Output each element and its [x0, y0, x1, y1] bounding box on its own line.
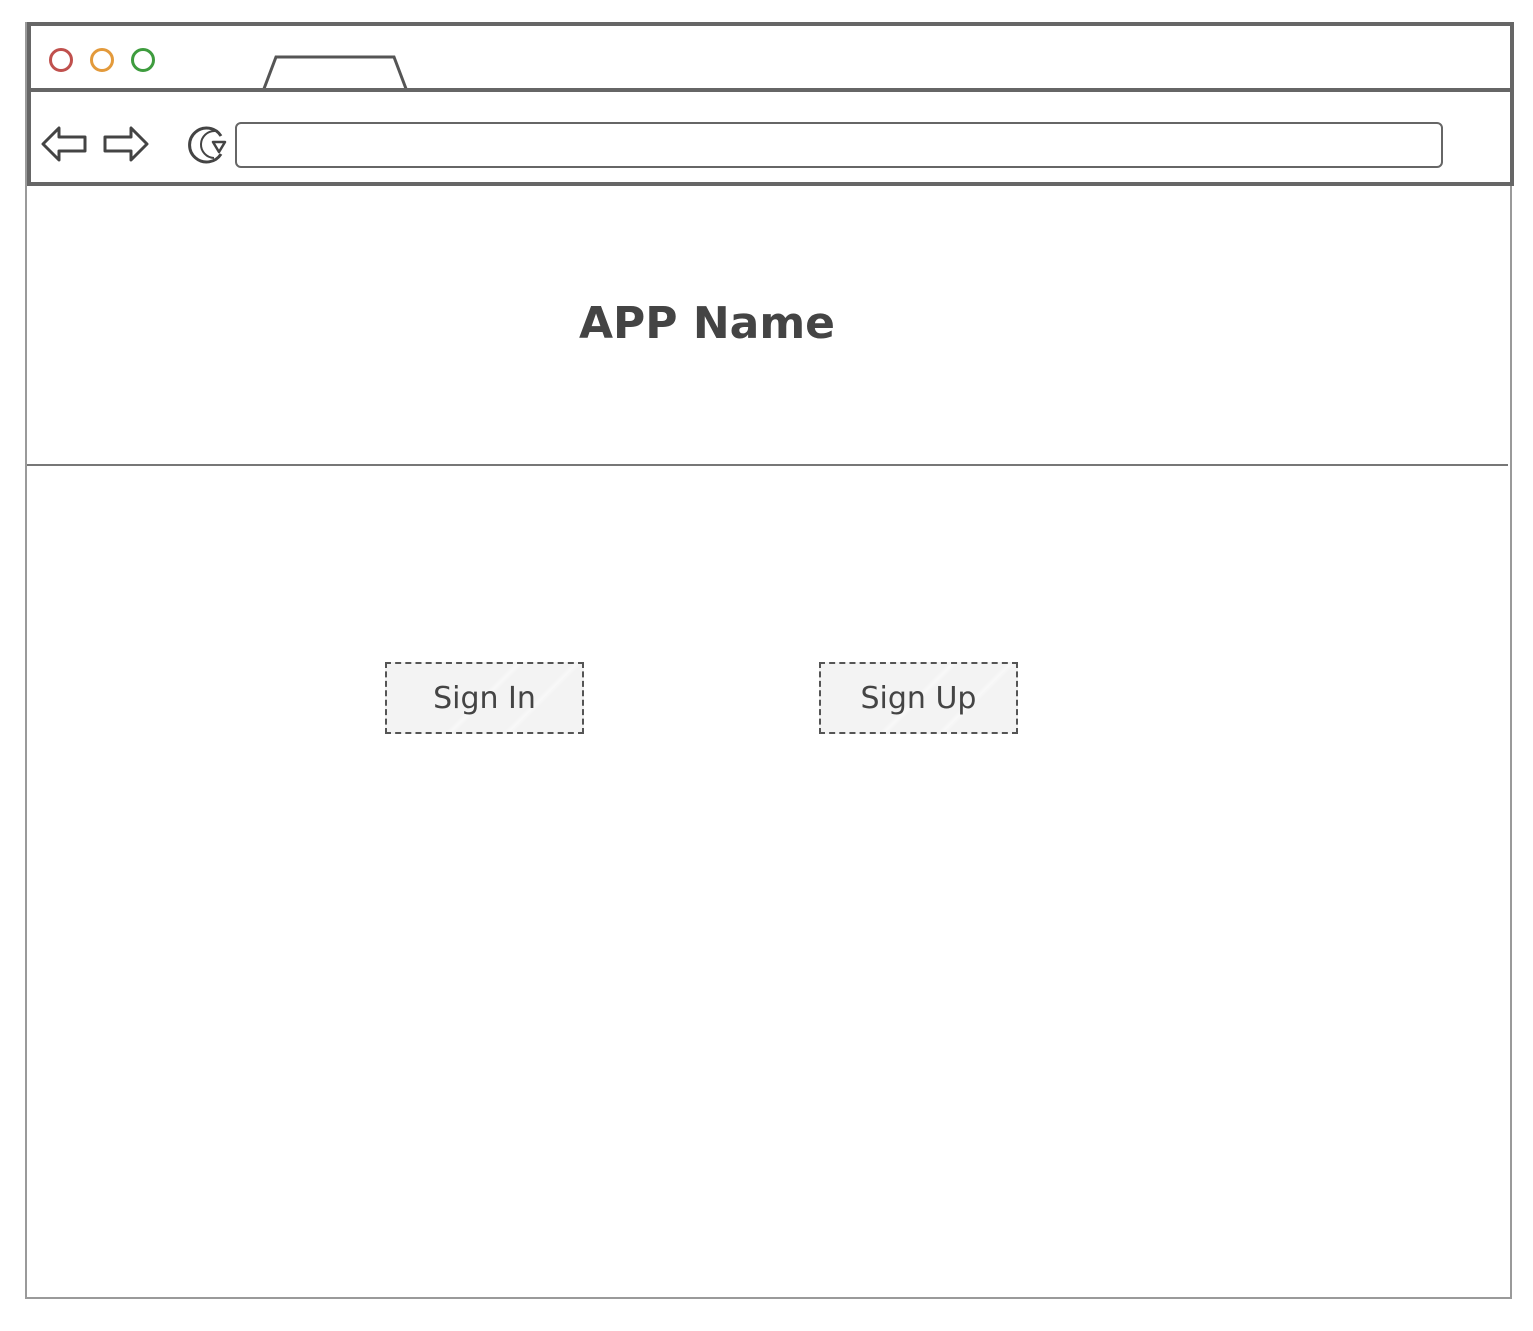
browser-window: APP Name Sign In Sign Up — [25, 22, 1514, 1299]
maximize-window-button[interactable] — [131, 48, 155, 72]
app-name-title: APP Name — [578, 298, 836, 349]
title-bar — [27, 22, 1514, 94]
sign-in-label: Sign In — [433, 680, 536, 716]
header-divider — [27, 464, 1508, 466]
close-window-button[interactable] — [49, 48, 73, 72]
page-content: APP Name Sign In Sign Up — [27, 186, 1510, 1297]
sign-in-button[interactable]: Sign In — [385, 662, 584, 734]
forward-arrow-icon[interactable] — [101, 122, 151, 166]
address-bar-input[interactable] — [235, 122, 1443, 168]
sign-up-label: Sign Up — [860, 680, 977, 716]
minimize-window-button[interactable] — [90, 48, 114, 72]
sign-up-button[interactable]: Sign Up — [819, 662, 1018, 734]
reload-icon[interactable] — [183, 122, 233, 166]
navigation-bar — [27, 88, 1514, 186]
back-arrow-icon[interactable] — [39, 122, 89, 166]
